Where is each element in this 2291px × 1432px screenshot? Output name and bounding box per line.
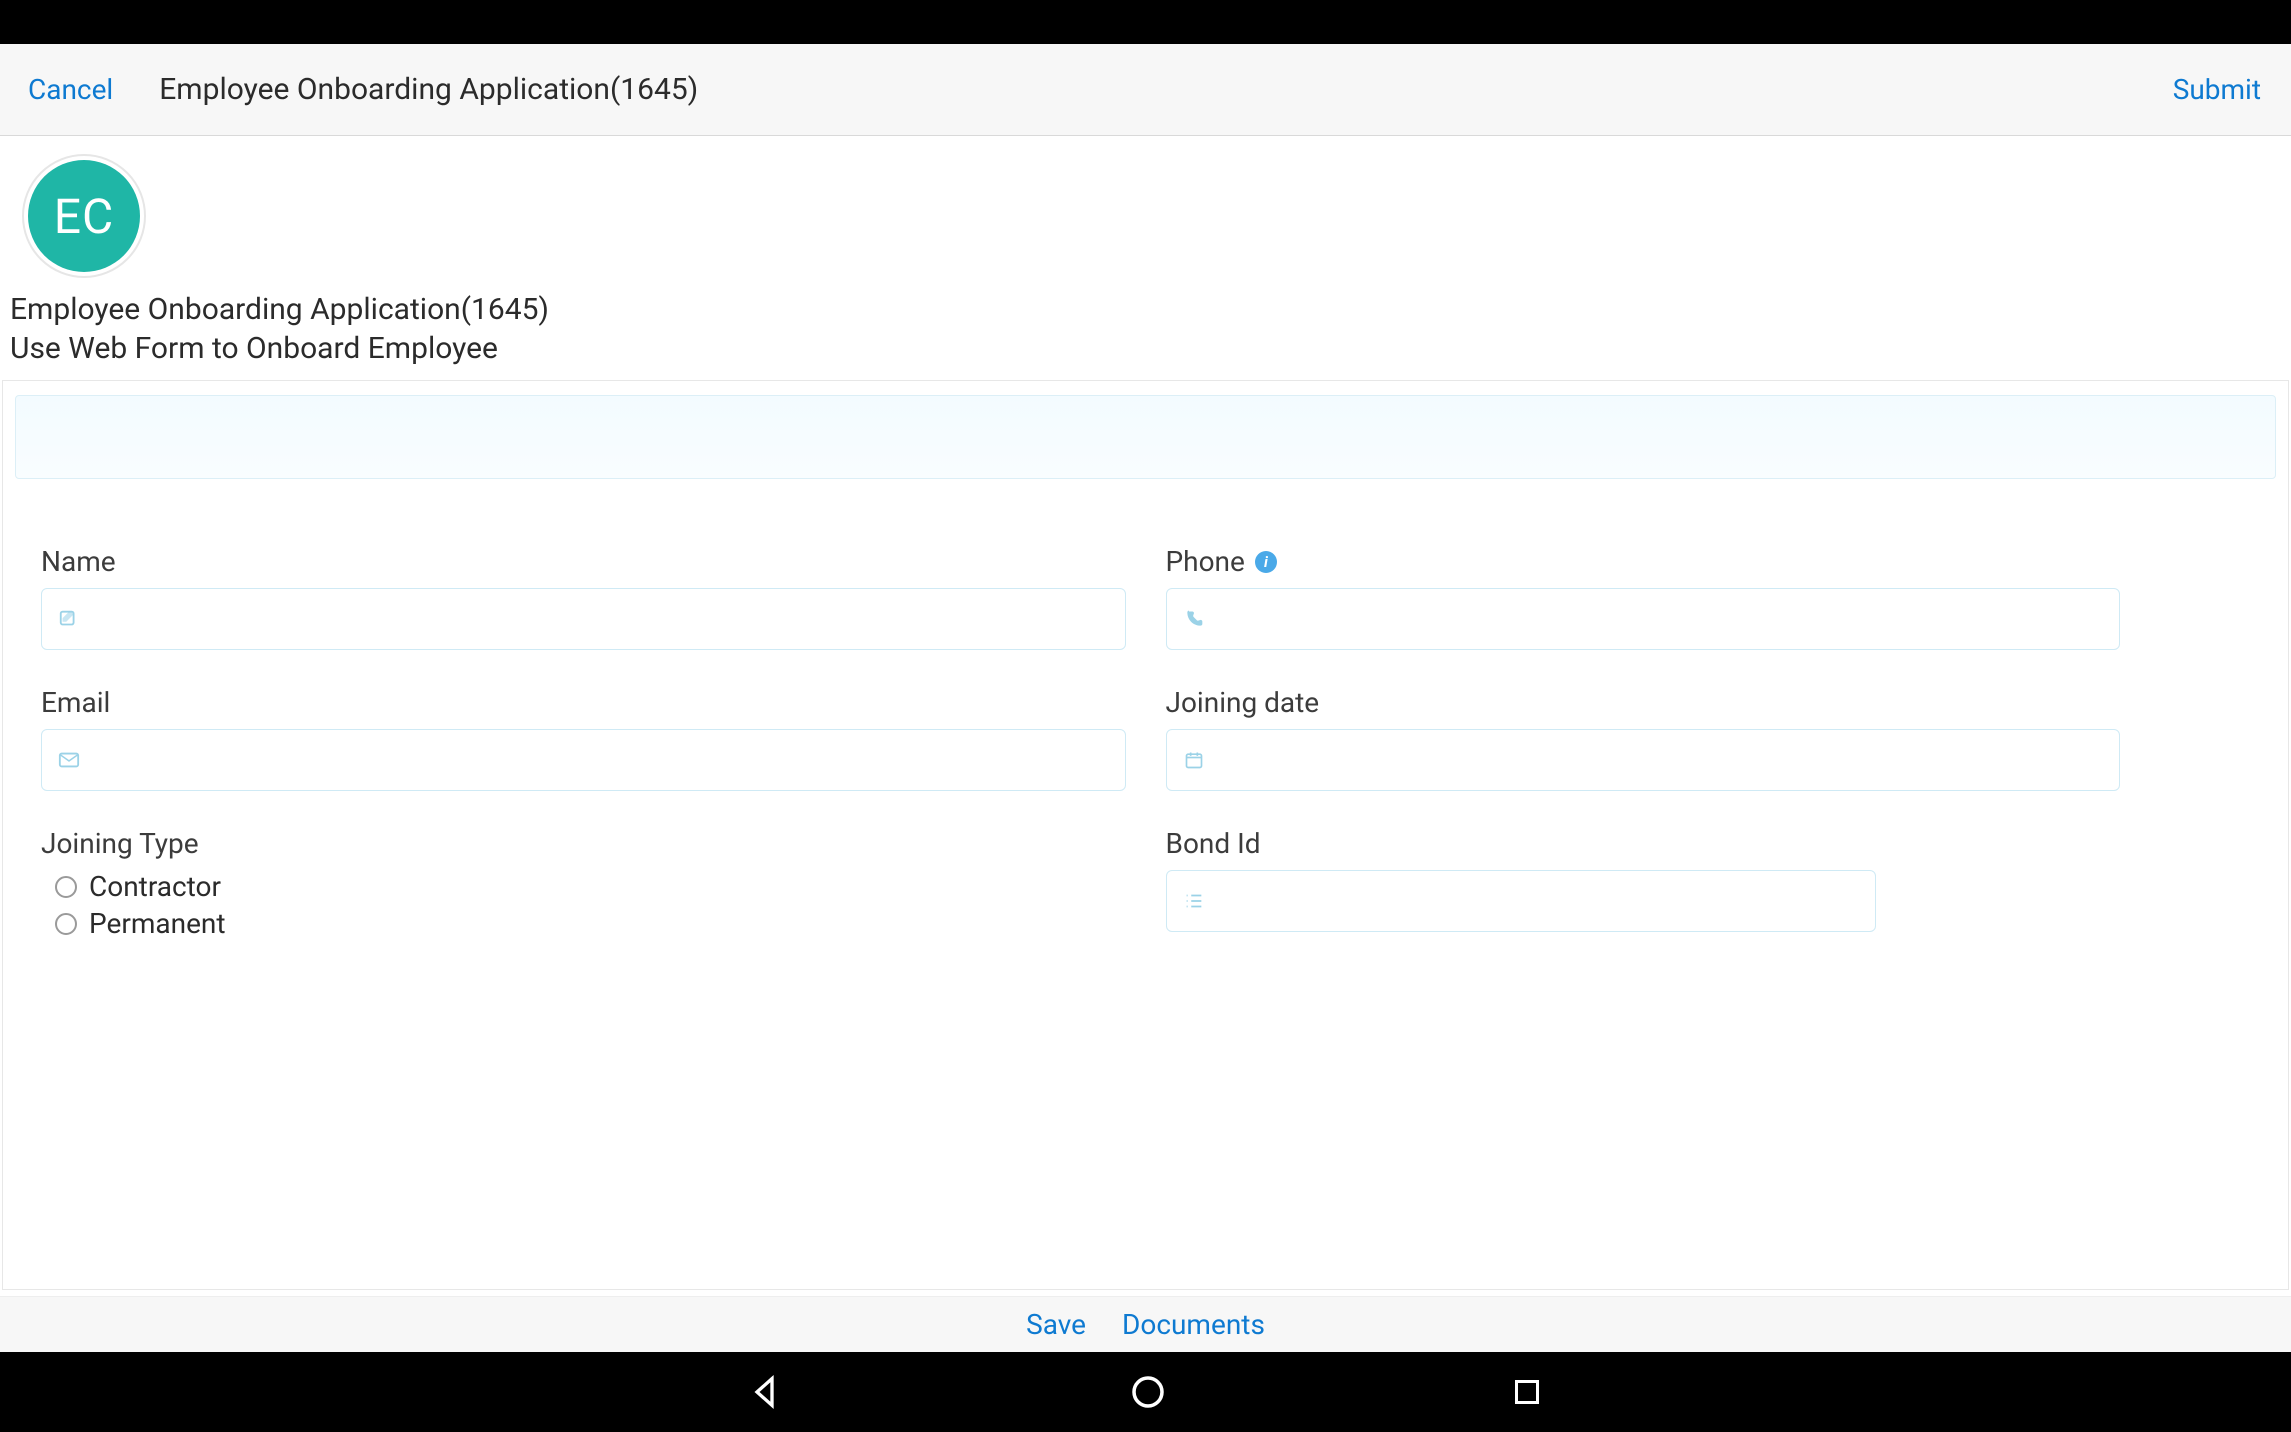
bond-id-input[interactable] xyxy=(1207,886,1861,917)
joining-type-label: Joining Type xyxy=(41,827,1126,860)
radio-label-permanent: Permanent xyxy=(89,907,226,940)
nav-home-button[interactable] xyxy=(1127,1371,1169,1413)
bottom-action-bar: Save Documents xyxy=(0,1296,2291,1352)
avatar: EC xyxy=(28,160,140,272)
form-col-left: Name Email xyxy=(41,545,1126,976)
phone-label-row: Phone i xyxy=(1166,545,2251,578)
form-card: Name Email xyxy=(2,380,2289,1290)
nav-recent-button[interactable] xyxy=(1509,1374,1545,1410)
phone-icon xyxy=(1181,606,1207,632)
bond-id-input-wrap[interactable] xyxy=(1166,870,1876,932)
info-banner xyxy=(15,395,2276,479)
info-icon[interactable]: i xyxy=(1255,551,1277,573)
submit-button[interactable]: Submit xyxy=(2173,73,2261,106)
field-phone: Phone i xyxy=(1166,545,2251,650)
phone-label: Phone xyxy=(1166,545,1245,578)
profile-title: Employee Onboarding Application(1645) xyxy=(10,292,2281,327)
email-input[interactable] xyxy=(82,745,1111,776)
list-icon xyxy=(1181,888,1207,914)
name-label: Name xyxy=(41,545,1126,578)
form-col-right: Phone i Joining date xyxy=(1166,545,2251,976)
form-grid: Name Email xyxy=(15,545,2276,976)
app-header: Cancel Employee Onboarding Application(1… xyxy=(0,44,2291,136)
device-status-bar xyxy=(0,0,2291,44)
cancel-button[interactable]: Cancel xyxy=(28,73,113,106)
phone-input-wrap[interactable] xyxy=(1166,588,2120,650)
joining-date-input-wrap[interactable] xyxy=(1166,729,2120,791)
email-input-wrap[interactable] xyxy=(41,729,1126,791)
avatar-wrap: EC xyxy=(22,154,146,278)
nav-back-button[interactable] xyxy=(747,1372,787,1412)
radio-contractor[interactable]: Contractor xyxy=(55,870,1126,903)
calendar-icon xyxy=(1181,747,1207,773)
radio-label-contractor: Contractor xyxy=(89,870,221,903)
documents-button[interactable]: Documents xyxy=(1122,1308,1265,1341)
name-input[interactable] xyxy=(82,604,1111,635)
phone-input[interactable] xyxy=(1207,604,2105,635)
field-name: Name xyxy=(41,545,1126,650)
profile-subtitle: Use Web Form to Onboard Employee xyxy=(10,331,2281,366)
edit-icon xyxy=(56,606,82,632)
email-label: Email xyxy=(41,686,1126,719)
joining-date-label: Joining date xyxy=(1166,686,2251,719)
field-bond-id: Bond Id xyxy=(1166,827,2251,932)
radio-dot-contractor[interactable] xyxy=(55,876,77,898)
name-input-wrap[interactable] xyxy=(41,588,1126,650)
field-joining-type: Joining Type Contractor Permanent xyxy=(41,827,1126,940)
field-joining-date: Joining date xyxy=(1166,686,2251,791)
field-email: Email xyxy=(41,686,1126,791)
radio-dot-permanent[interactable] xyxy=(55,913,77,935)
joining-date-input[interactable] xyxy=(1207,745,2105,776)
joining-type-radio-group: Contractor Permanent xyxy=(41,870,1126,940)
page-title: Employee Onboarding Application(1645) xyxy=(159,72,698,107)
android-nav-bar xyxy=(0,1352,2291,1432)
save-button[interactable]: Save xyxy=(1026,1308,1086,1341)
radio-permanent[interactable]: Permanent xyxy=(55,907,1126,940)
mail-icon xyxy=(56,747,82,773)
bond-id-label: Bond Id xyxy=(1166,827,2251,860)
profile-block: EC Employee Onboarding Application(1645)… xyxy=(0,136,2291,366)
